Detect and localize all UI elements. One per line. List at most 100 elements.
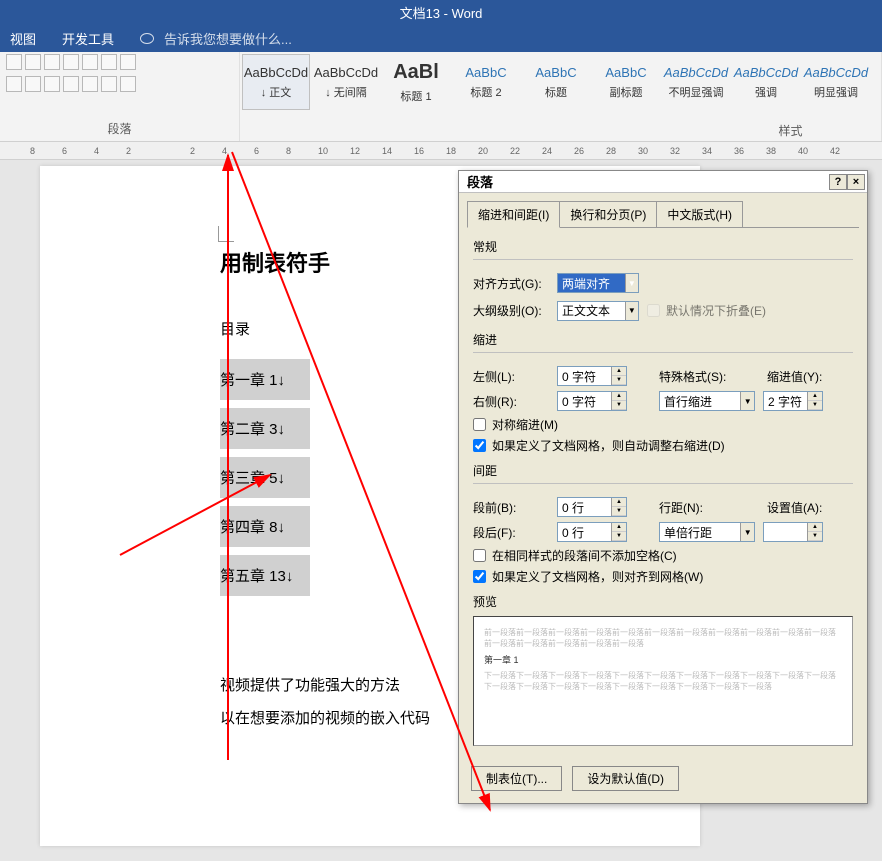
- spin-down-icon[interactable]: ▼: [808, 401, 822, 410]
- ruler-tick: 28: [606, 146, 616, 156]
- after-spinner[interactable]: ▲▼: [557, 522, 627, 542]
- spin-up-icon[interactable]: ▲: [612, 392, 626, 401]
- style-item[interactable]: AaBbC标题: [522, 54, 590, 110]
- align-left-icon[interactable]: [6, 76, 22, 92]
- show-marks-icon[interactable]: [120, 54, 136, 70]
- window-title: 文档13 - Word: [400, 3, 483, 22]
- before-spinner[interactable]: ▲▼: [557, 497, 627, 517]
- outline-label: 大纲级别(O):: [473, 302, 549, 319]
- special-input[interactable]: [660, 394, 740, 408]
- linespace-input[interactable]: [660, 525, 740, 539]
- toc-item[interactable]: 第二章 3↓: [220, 408, 310, 449]
- toc-item[interactable]: 第五章 13↓: [220, 555, 310, 596]
- style-item[interactable]: AaBbC副标题: [592, 54, 660, 110]
- spin-up-icon[interactable]: ▲: [808, 392, 822, 401]
- ruler-tick: 36: [734, 146, 744, 156]
- snapgrid-checkbox[interactable]: 如果定义了文档网格，则对齐到网格(W): [473, 568, 853, 585]
- style-name: 不明显强调: [669, 84, 724, 100]
- spin-up-icon[interactable]: ▲: [612, 523, 626, 532]
- multilevel-icon[interactable]: [44, 54, 60, 70]
- tabs-button[interactable]: 制表位(T)...: [471, 766, 562, 791]
- spin-down-icon[interactable]: ▼: [612, 376, 626, 385]
- toc-item[interactable]: 第三章 5↓: [220, 457, 310, 498]
- spin-down-icon[interactable]: ▼: [612, 532, 626, 541]
- chevron-down-icon[interactable]: ▼: [740, 523, 754, 541]
- spin-down-icon[interactable]: ▼: [612, 401, 626, 410]
- before-input[interactable]: [558, 500, 611, 514]
- horizontal-ruler[interactable]: 8642246810121416182022242628303234363840…: [0, 142, 882, 160]
- list-icon[interactable]: [6, 54, 22, 70]
- mirror-check[interactable]: [473, 418, 486, 431]
- linespace-combo[interactable]: ▼: [659, 522, 755, 542]
- style-name: 标题 1: [400, 88, 431, 104]
- by-spinner[interactable]: ▲▼: [763, 391, 823, 411]
- spin-up-icon[interactable]: ▲: [612, 498, 626, 507]
- right-indent-input[interactable]: [558, 394, 611, 408]
- line-spacing-icon[interactable]: [82, 76, 98, 92]
- chevron-down-icon[interactable]: ▼: [625, 302, 638, 320]
- borders-icon[interactable]: [120, 76, 136, 92]
- style-name: 标题: [545, 84, 567, 100]
- auto-adjust-checkbox[interactable]: 如果定义了文档网格，则自动调整右缩进(D): [473, 437, 853, 454]
- setval-input[interactable]: [764, 525, 807, 539]
- tab-line-page-breaks[interactable]: 换行和分页(P): [559, 201, 657, 228]
- spin-up-icon[interactable]: ▲: [808, 523, 822, 532]
- close-button[interactable]: ×: [847, 174, 865, 190]
- chevron-down-icon[interactable]: ▼: [625, 274, 638, 292]
- style-preview: AaBbCcDd: [314, 65, 378, 80]
- style-item[interactable]: AaBbCcDd明显强调: [802, 54, 870, 110]
- outline-input[interactable]: [558, 304, 625, 318]
- chevron-down-icon[interactable]: ▼: [740, 392, 754, 410]
- styles-gallery[interactable]: AaBbCcDd↓ 正文AaBbCcDd↓ 无间隔AaBl标题 1AaBbC标题…: [240, 52, 881, 120]
- mirror-indent-checkbox[interactable]: 对称缩进(M): [473, 416, 853, 433]
- preview-section-label: 预览: [473, 591, 853, 612]
- left-indent-spinner[interactable]: ▲▼: [557, 366, 627, 386]
- snapgrid-check[interactable]: [473, 570, 486, 583]
- style-item[interactable]: AaBl标题 1: [382, 54, 450, 110]
- style-item[interactable]: AaBbCcDd↓ 正文: [242, 54, 310, 110]
- toc-item[interactable]: 第四章 8↓: [220, 506, 310, 547]
- set-default-button[interactable]: 设为默认值(D): [572, 766, 679, 791]
- after-input[interactable]: [558, 525, 611, 539]
- ribbon-tabs: 视图 开发工具 告诉我您想要做什么...: [0, 24, 882, 52]
- style-item[interactable]: AaBbC标题 2: [452, 54, 520, 110]
- style-item[interactable]: AaBbCcDd强调: [732, 54, 800, 110]
- nospace-checkbox[interactable]: 在相同样式的段落间不添加空格(C): [473, 547, 853, 564]
- spin-down-icon[interactable]: ▼: [612, 507, 626, 516]
- styles-label[interactable]: 样式: [700, 120, 881, 141]
- autogrid-check[interactable]: [473, 439, 486, 452]
- alignment-combo[interactable]: ▼: [557, 273, 639, 293]
- style-item[interactable]: AaBbCcDd ↓ 无间隔: [312, 54, 380, 110]
- align-right-icon[interactable]: [44, 76, 60, 92]
- tab-asian-typography[interactable]: 中文版式(H): [656, 201, 743, 228]
- tab-dev[interactable]: 开发工具: [56, 25, 120, 52]
- align-justify-icon[interactable]: [63, 76, 79, 92]
- special-combo[interactable]: ▼: [659, 391, 755, 411]
- spin-up-icon[interactable]: ▲: [612, 367, 626, 376]
- tell-me[interactable]: 告诉我您想要做什么...: [134, 21, 304, 56]
- indent-left-icon[interactable]: [63, 54, 79, 70]
- setval-spinner[interactable]: ▲▼: [763, 522, 823, 542]
- dialog-titlebar[interactable]: 段落 ? ×: [459, 171, 867, 193]
- sort-icon[interactable]: [101, 54, 117, 70]
- right-indent-spinner[interactable]: ▲▼: [557, 391, 627, 411]
- alignment-input[interactable]: [558, 276, 625, 290]
- align-center-icon[interactable]: [25, 76, 41, 92]
- style-preview: AaBbC: [465, 65, 506, 80]
- outline-combo[interactable]: ▼: [557, 301, 639, 321]
- numbered-list-icon[interactable]: [25, 54, 41, 70]
- nospace-check[interactable]: [473, 549, 486, 562]
- left-indent-input[interactable]: [558, 369, 611, 383]
- shading-icon[interactable]: [101, 76, 117, 92]
- tab-view[interactable]: 视图: [4, 25, 42, 52]
- indent-right-icon[interactable]: [82, 54, 98, 70]
- toc-item[interactable]: 第一章 1↓: [220, 359, 310, 400]
- paragraph-dialog: 段落 ? × 缩进和间距(I) 换行和分页(P) 中文版式(H) 常规 对齐方式…: [458, 170, 868, 804]
- by-input[interactable]: [764, 394, 807, 408]
- spin-down-icon[interactable]: ▼: [808, 532, 822, 541]
- paragraph-label[interactable]: 段落: [6, 118, 233, 139]
- help-button[interactable]: ?: [829, 174, 847, 190]
- style-name: ↓ 无间隔: [325, 84, 367, 100]
- style-item[interactable]: AaBbCcDd不明显强调: [662, 54, 730, 110]
- tab-indent-spacing[interactable]: 缩进和间距(I): [467, 201, 560, 228]
